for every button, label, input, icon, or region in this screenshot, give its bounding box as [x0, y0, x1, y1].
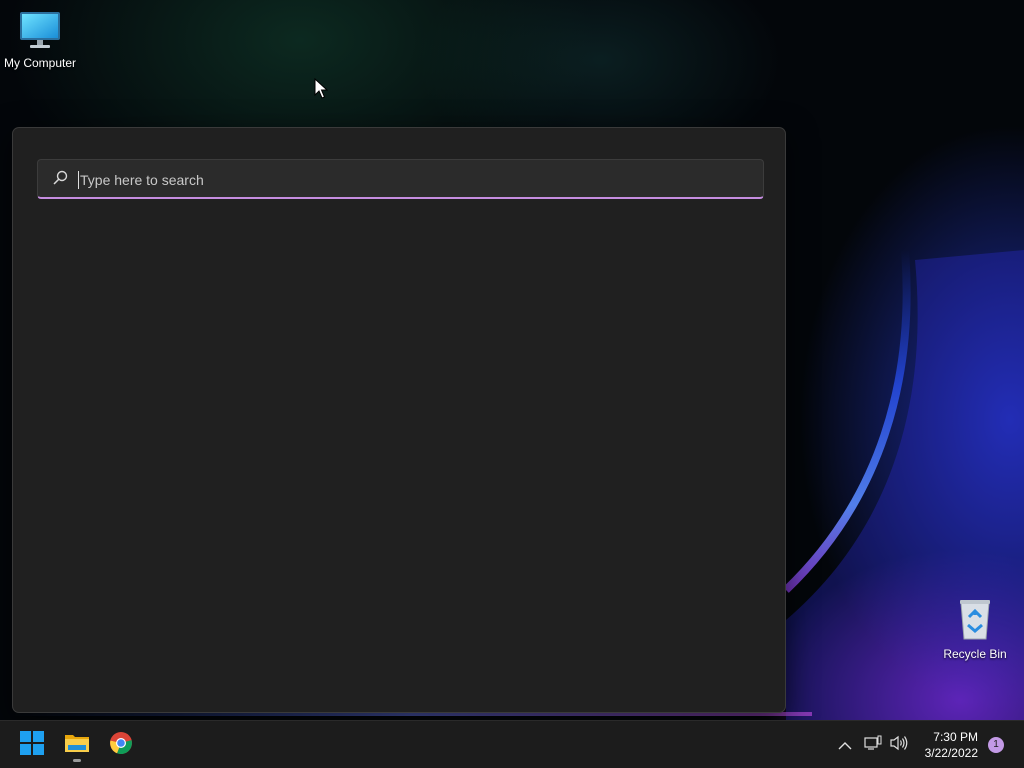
running-indicator: [73, 759, 81, 762]
show-hidden-icons-button[interactable]: [836, 733, 854, 757]
taskbar-chrome[interactable]: [103, 727, 139, 763]
taskbar-clock[interactable]: 7:30 PM 3/22/2022: [925, 729, 978, 761]
search-box[interactable]: [37, 159, 764, 199]
mouse-pointer-icon: [314, 78, 328, 99]
search-input[interactable]: [78, 166, 752, 194]
monitor-icon: [0, 10, 80, 53]
windows-logo-icon: [20, 731, 44, 759]
recycle-bin-icon: [935, 597, 1015, 644]
start-search-panel: [12, 127, 786, 713]
volume-icon: [890, 735, 908, 755]
desktop-icon-my-computer[interactable]: My Computer: [0, 10, 80, 70]
text-caret: [78, 171, 79, 189]
chevron-up-icon: [838, 736, 852, 755]
taskbar: 7:30 PM 3/22/2022 1: [0, 720, 1024, 768]
desktop-icon-recycle-bin[interactable]: Recycle Bin: [935, 597, 1015, 661]
clock-time: 7:30 PM: [933, 730, 978, 744]
chrome-icon: [109, 731, 133, 759]
taskbar-file-explorer[interactable]: [59, 727, 95, 763]
desktop-icon-label: Recycle Bin: [943, 647, 1007, 661]
clock-date: 3/22/2022: [924, 746, 978, 760]
start-button[interactable]: [14, 727, 50, 763]
volume-control[interactable]: [888, 733, 910, 757]
folder-icon: [64, 732, 90, 758]
desktop-icon-label: My Computer: [3, 56, 77, 70]
notification-badge[interactable]: 1: [988, 737, 1004, 753]
search-icon: [52, 170, 68, 190]
network-icon: [864, 735, 882, 755]
network-status[interactable]: [862, 733, 884, 757]
